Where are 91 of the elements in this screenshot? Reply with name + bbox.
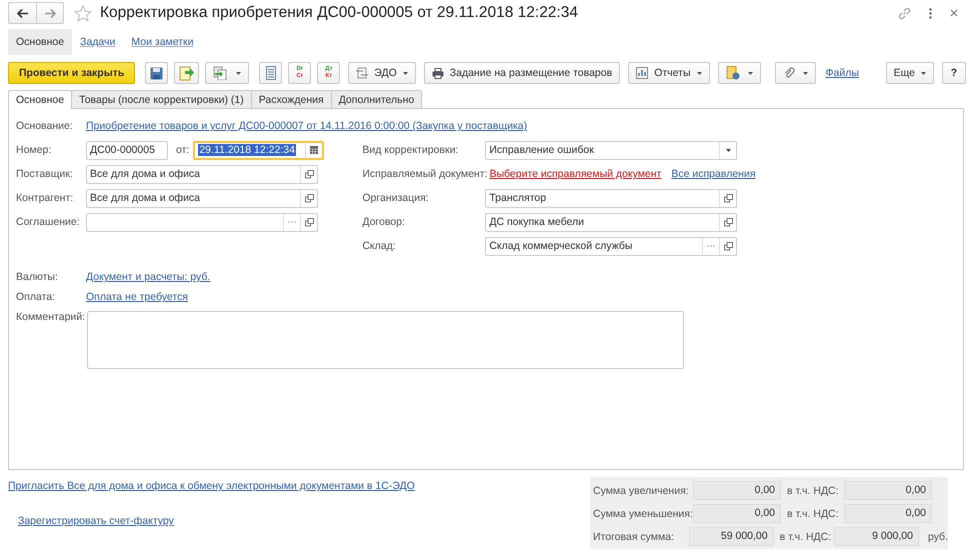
- input-field[interactable]: Транслятор: [485, 188, 738, 208]
- tab[interactable]: Расхождения: [250, 90, 332, 108]
- close-icon[interactable]: [950, 9, 958, 17]
- open-icon[interactable]: [304, 218, 314, 226]
- action-link[interactable]: Пригласить Все для дома и офиса к обмену электронными документами в 1С-ЭДО: [8, 480, 415, 492]
- field-label: Исправляемый документ:: [362, 168, 488, 180]
- input-field[interactable]: [86, 212, 318, 232]
- forward-arrow-icon: [44, 8, 56, 18]
- total-field: 0,00: [693, 481, 781, 500]
- caret-icon: [402, 72, 408, 74]
- nav-tab[interactable]: Задачи: [72, 29, 124, 55]
- total-label: Сумма уменьшения:: [593, 508, 693, 520]
- post-button[interactable]: [174, 62, 200, 84]
- save-button[interactable]: [145, 62, 168, 84]
- vat-field: 0,00: [844, 504, 932, 523]
- nav-tab[interactable]: Основное: [8, 29, 72, 55]
- vat-label: в т.ч. НДС:: [786, 484, 840, 496]
- total-field: 0,00: [693, 504, 781, 523]
- tab[interactable]: Товары (после корректировки) (1): [71, 90, 252, 108]
- field-label: Организация:: [362, 192, 430, 204]
- field-label: Поставщик:: [16, 168, 74, 180]
- star-icon[interactable]: [74, 4, 92, 22]
- caret-icon: [696, 72, 702, 74]
- structure-button[interactable]: [259, 62, 282, 84]
- open-icon[interactable]: [724, 242, 733, 250]
- caret-icon: [802, 72, 808, 74]
- total-label: Итоговая сумма:: [593, 530, 675, 542]
- vat-label: в т.ч. НДС:: [778, 530, 832, 542]
- reports-button[interactable]: Отчеты: [628, 62, 710, 84]
- print-forms-button[interactable]: [718, 62, 760, 84]
- input-field[interactable]: Все для дома и офиса: [86, 164, 318, 184]
- paperclip-icon: [782, 67, 794, 79]
- total-label: Сумма увеличения:: [593, 484, 690, 496]
- field-label: Склад:: [362, 240, 397, 252]
- field-label: Комментарий:: [16, 311, 86, 323]
- post-and-close-button[interactable]: Провести и закрыть: [8, 62, 136, 84]
- input-field[interactable]: ДС00-000005: [86, 140, 168, 160]
- documents-arrow-icon: [213, 66, 228, 80]
- edo-button[interactable]: ЭДО: [348, 62, 416, 84]
- chart-icon: [636, 67, 648, 79]
- tab[interactable]: Дополнительно: [330, 90, 422, 108]
- input-field[interactable]: Склад коммерческой службы: [485, 236, 738, 256]
- tab[interactable]: Основное: [8, 90, 72, 109]
- field-label: Соглашение:: [16, 216, 81, 228]
- list-icon: [266, 66, 276, 80]
- input-field[interactable]: Все для дома и офиса: [86, 188, 318, 208]
- nav-tab[interactable]: Мои заметки: [123, 29, 202, 55]
- field-label: Основание:: [16, 120, 74, 132]
- field-label: Номер:: [16, 144, 52, 156]
- field-label: Валюты:: [16, 271, 59, 283]
- more-vertical-icon[interactable]: [929, 8, 932, 18]
- payment-link[interactable]: Оплата не требуется: [86, 291, 188, 303]
- create-based-on-button[interactable]: [205, 62, 250, 84]
- field-label: Договор:: [362, 216, 406, 228]
- placement-task-button[interactable]: Задание на размещение товаров: [424, 62, 620, 84]
- open-icon[interactable]: [304, 194, 314, 202]
- document-arrow-icon: [179, 66, 194, 80]
- currency-link[interactable]: Документ и расчеты: руб.: [86, 271, 210, 283]
- caret-icon: [921, 72, 926, 74]
- link-icon[interactable]: [898, 6, 911, 20]
- attachments-button[interactable]: [774, 62, 816, 84]
- input-field[interactable]: Исправление ошибок: [485, 140, 738, 160]
- field-label: от:: [176, 144, 190, 156]
- vat-label: в т.ч. НДС:: [786, 508, 840, 520]
- open-icon[interactable]: [724, 218, 733, 226]
- select-document-link[interactable]: Выберите исправляемый документ: [489, 168, 662, 180]
- currency-label: руб.: [928, 530, 948, 542]
- caret-icon: [748, 72, 752, 74]
- caret-icon: [236, 72, 242, 74]
- window-title: Корректировка приобретения ДС00-000005 от 29.11.2018 12:22:34: [100, 4, 578, 22]
- caret-icon[interactable]: [726, 148, 731, 152]
- more-button[interactable]: Еще: [886, 62, 934, 84]
- open-icon[interactable]: [724, 194, 733, 202]
- field-label: Вид корректировки:: [362, 144, 460, 156]
- back-arrow-icon: [17, 8, 28, 18]
- vat-field: 0,00: [844, 481, 932, 500]
- calendar-icon[interactable]: [310, 146, 318, 154]
- date-field[interactable]: 29.11.2018 12:22:34: [193, 140, 324, 160]
- help-button[interactable]: ?: [942, 62, 966, 84]
- vat-field: 9 000,00: [834, 527, 919, 546]
- basis-link[interactable]: Приобретение товаров и услуг ДС00-000007 от 14.11.2016 0:00:00 (Закупка у поставщика): [86, 120, 528, 132]
- printer-icon: [432, 68, 444, 78]
- field-label: Оплата:: [16, 291, 56, 303]
- total-field: 59 000,00: [688, 527, 774, 546]
- files-link[interactable]: Файлы: [826, 67, 859, 79]
- all-corrections-link[interactable]: Все исправления: [671, 168, 756, 180]
- input-field[interactable]: ДС покупка мебели: [485, 212, 738, 232]
- open-icon[interactable]: [304, 170, 314, 178]
- action-link[interactable]: Зарегистрировать счет-фактуру: [18, 515, 415, 527]
- field-label: Контрагент:: [16, 192, 74, 204]
- comment-field[interactable]: [87, 311, 684, 369]
